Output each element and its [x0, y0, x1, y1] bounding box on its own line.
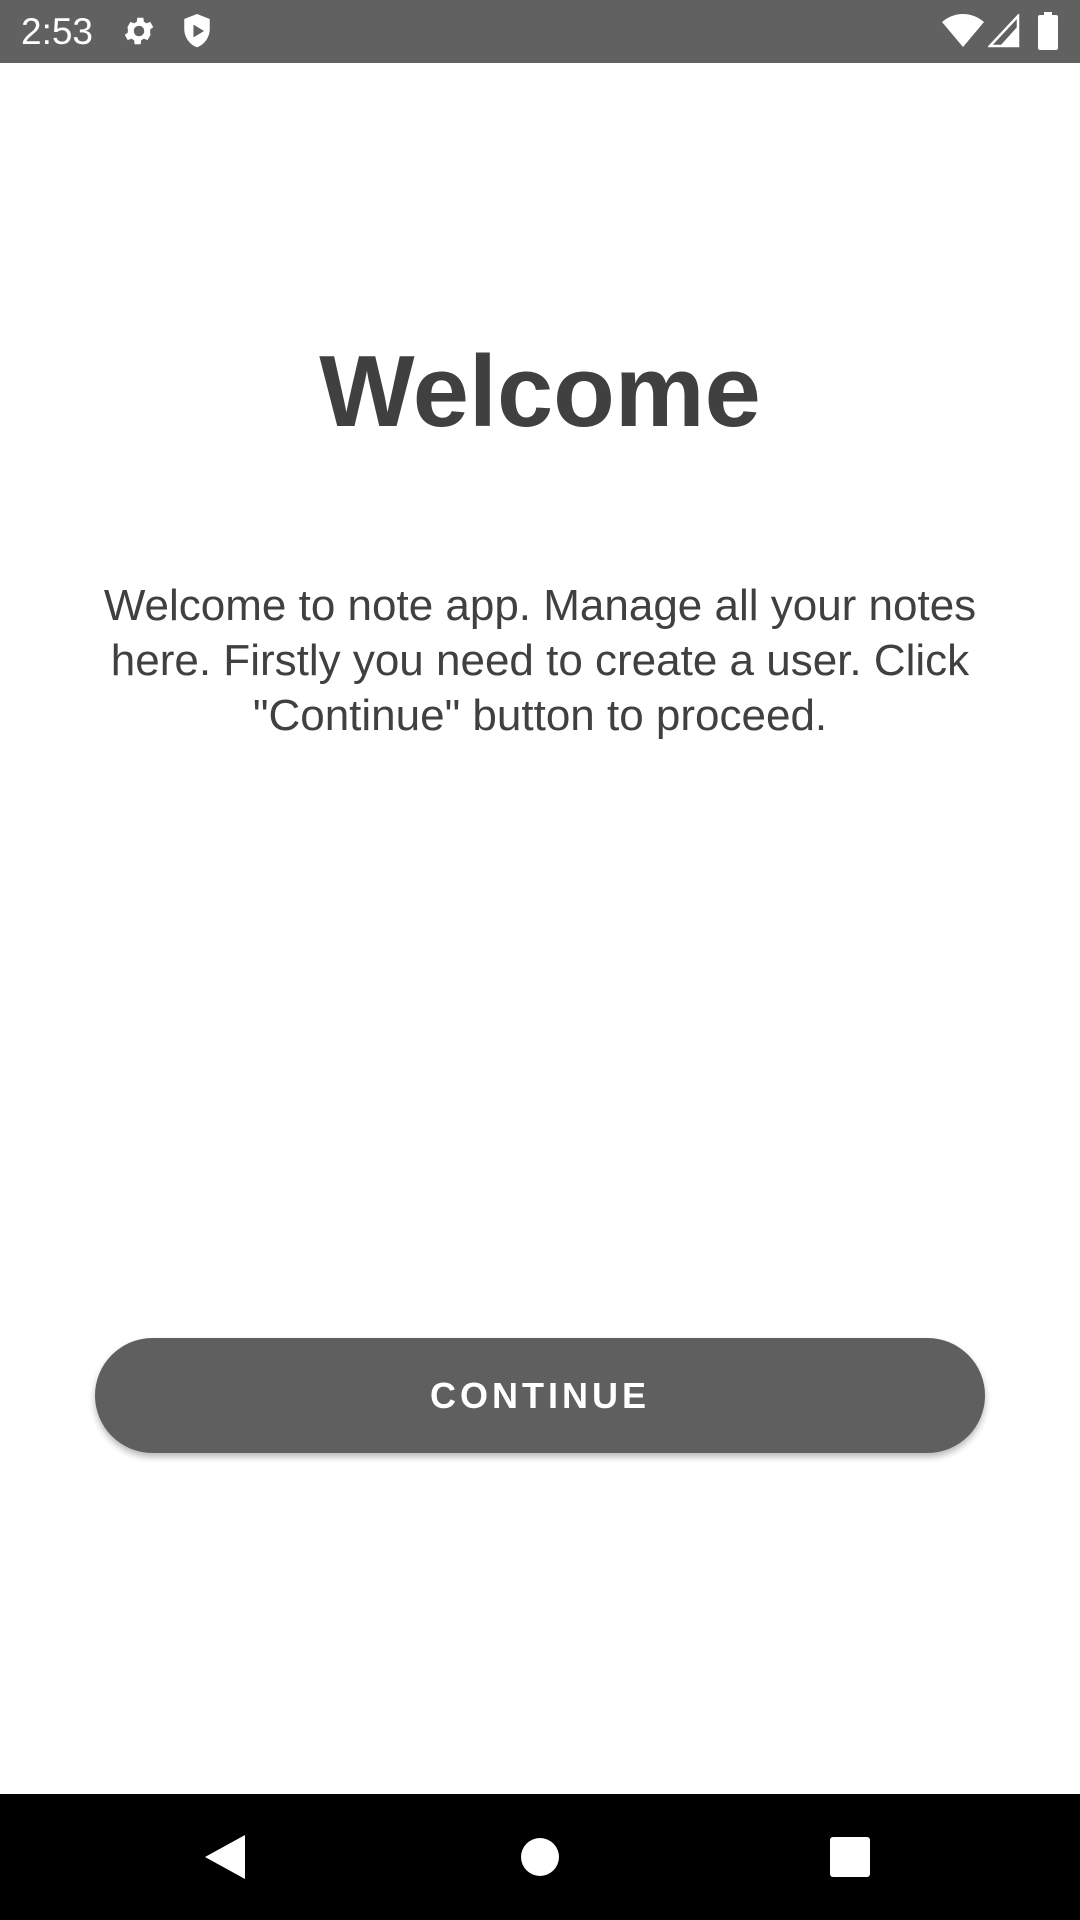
- home-icon: [521, 1838, 559, 1876]
- gear-icon: [124, 17, 154, 45]
- cell-signal-icon: [988, 14, 1020, 48]
- status-bar: 2:53: [0, 0, 1080, 63]
- shield-icon: [184, 14, 210, 48]
- battery-icon: [1038, 12, 1058, 50]
- welcome-description: Welcome to note app. Manage all your not…: [103, 581, 977, 740]
- back-icon: [205, 1835, 245, 1879]
- back-button[interactable]: [190, 1822, 260, 1892]
- home-button[interactable]: [505, 1822, 575, 1892]
- wifi-icon: [942, 14, 984, 47]
- continue-button[interactable]: CONTINUE: [95, 1338, 985, 1453]
- page-title: Welcome: [319, 336, 761, 448]
- welcome-screen: Welcome Welcome to note app. Manage all …: [0, 63, 1080, 1794]
- recents-button[interactable]: [815, 1822, 885, 1892]
- status-time: 2:53: [21, 11, 94, 52]
- recents-icon: [830, 1837, 870, 1877]
- navigation-bar: [0, 1794, 1080, 1920]
